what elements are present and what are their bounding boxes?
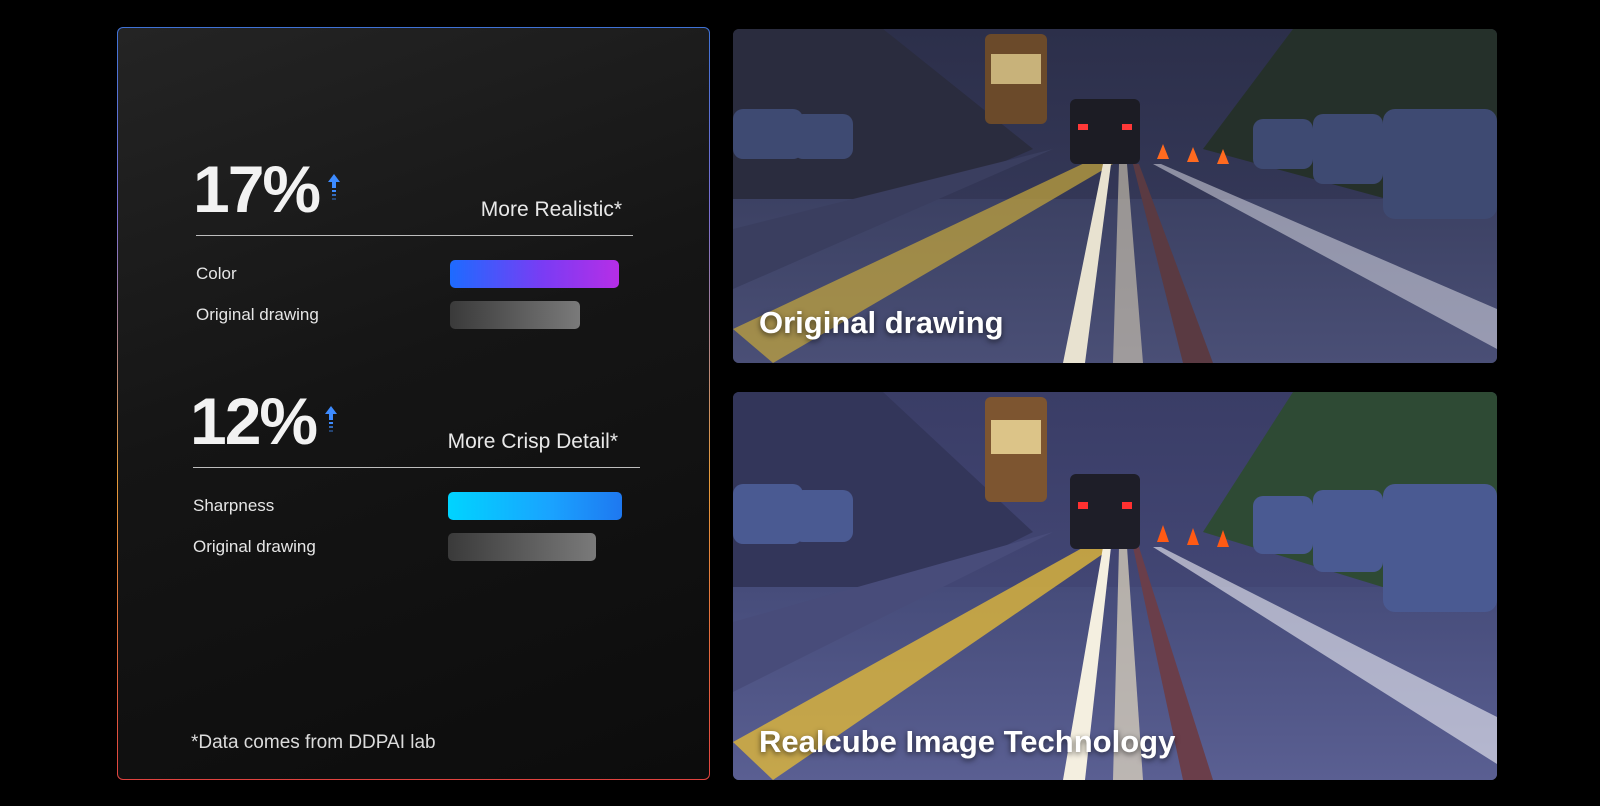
stats-card-inner: 17% More Realistic* Color Original drawi… bbox=[118, 28, 709, 779]
divider bbox=[196, 235, 633, 236]
stat-tagline: More Crisp Detail* bbox=[447, 430, 618, 453]
street-scene-image bbox=[733, 392, 1497, 780]
street-photo-enhanced: Realcube Image Technology bbox=[733, 392, 1497, 780]
metric-bar-sharpness bbox=[448, 492, 622, 520]
photo-caption: Original drawing bbox=[759, 305, 1004, 340]
stat-tagline: More Realistic* bbox=[480, 198, 622, 221]
metric-label-original: Original drawing bbox=[196, 305, 319, 324]
stat-percent: 12% bbox=[190, 384, 318, 458]
metric-bar-color bbox=[450, 260, 619, 288]
metric-label-original: Original drawing bbox=[193, 537, 316, 556]
metric-label-color: Color bbox=[196, 264, 237, 283]
stat-percent: 17% bbox=[193, 152, 321, 226]
stats-card: 17% More Realistic* Color Original drawi… bbox=[117, 27, 710, 780]
arrow-up-icon bbox=[325, 406, 337, 432]
metric-bar-original bbox=[450, 301, 580, 329]
street-photo-original: Original drawing bbox=[733, 29, 1497, 363]
footnote: *Data comes from DDPAI lab bbox=[191, 732, 436, 753]
metric-label-sharpness: Sharpness bbox=[193, 496, 275, 515]
metric-bar-original bbox=[448, 533, 596, 561]
photo-caption: Realcube Image Technology bbox=[759, 724, 1176, 759]
arrow-up-icon bbox=[328, 174, 340, 200]
divider bbox=[193, 467, 640, 468]
